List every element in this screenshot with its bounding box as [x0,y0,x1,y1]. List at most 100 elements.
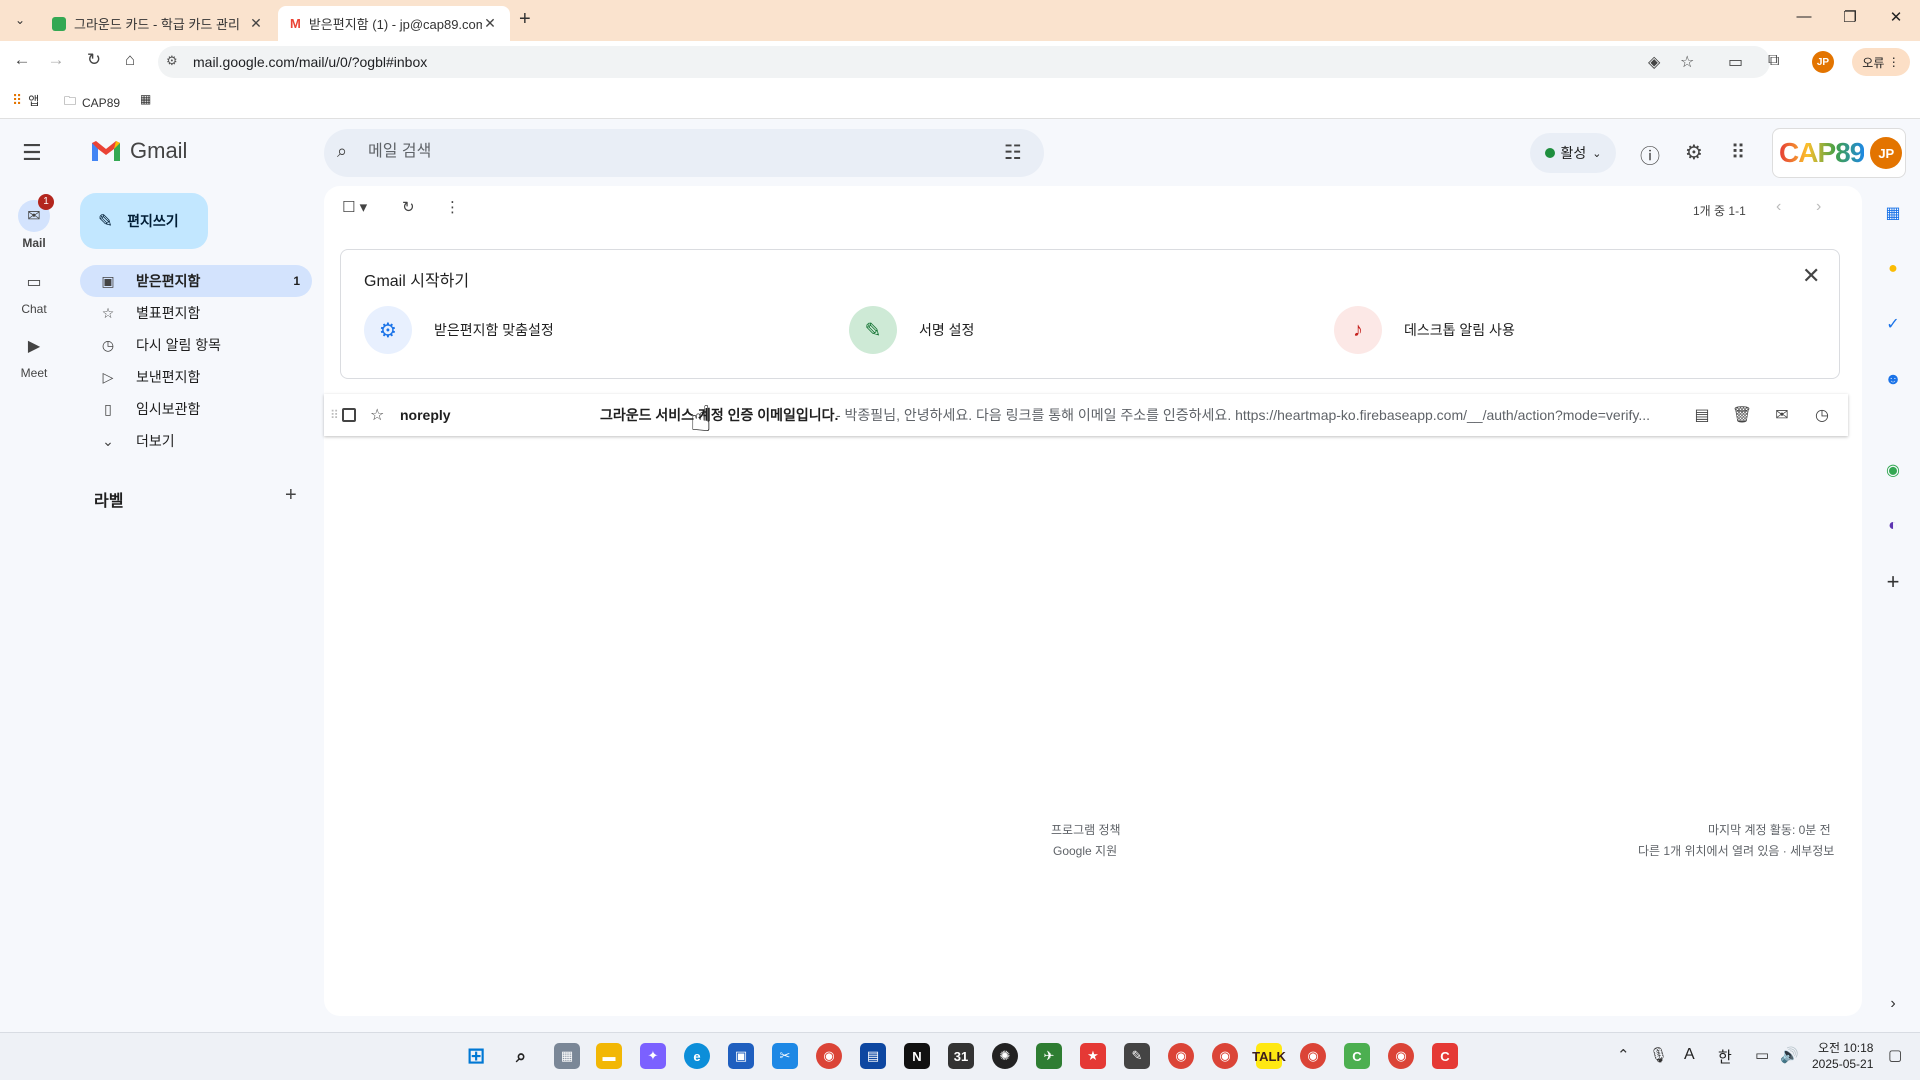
email-row[interactable]: ⠿ ☆ noreply 그라운드 서비스 계정 인증 이메일입니다. - 박종필… [324,394,1848,436]
gs-signature[interactable]: ✎ 서명 설정 [849,306,974,354]
contacts-icon[interactable]: ☻ [1880,367,1906,393]
snooze-icon[interactable]: ◷ [1810,405,1834,425]
close-icon[interactable]: ✕ [1802,263,1820,289]
calendar-icon[interactable]: ▦ [1880,200,1906,226]
tab-groups-icon[interactable]: ▦ [140,92,151,106]
notion-icon[interactable]: N [904,1043,930,1069]
kakaotalk-icon[interactable]: TALK [1252,1043,1286,1069]
clock-date[interactable]: 2025-05-21 [1812,1057,1873,1071]
open-locations-link[interactable]: 다른 1개 위치에서 열려 있음 · 세부정보 [1638,842,1834,859]
google-apps-icon[interactable]: ⠿ [1724,140,1752,165]
keep-icon[interactable]: ● [1880,256,1906,282]
clock-time[interactable]: 오전 10:18 [1818,1039,1873,1056]
add-label-button[interactable]: + [285,484,297,507]
program-policy-link[interactable]: 프로그램 정책 [1051,821,1121,838]
cast-icon[interactable]: ▭ [1728,52,1743,72]
gs-desktop-notifications[interactable]: ♪ 데스크톱 알림 사용 [1334,306,1515,354]
search-icon[interactable]: ⌕ [508,1043,534,1069]
select-all-checkbox[interactable]: ☐ ▾ [342,198,367,216]
calendar-app-icon[interactable]: 31 [948,1043,974,1069]
addon-icon[interactable]: ◉ [1880,457,1906,483]
bookmark-apps[interactable]: ⠿ 앱 [12,92,39,109]
drag-handle-icon[interactable]: ⠿ [330,408,339,422]
delete-icon[interactable]: 🗑 [1730,405,1754,425]
tray-expand-icon[interactable]: ⌃ [1617,1046,1630,1064]
tab-search-button[interactable]: ⌄ [8,8,32,32]
browser-tab-ground-card[interactable]: 그라운드 카드 - 학급 카드 관리 ✕ [40,6,276,41]
tasks-icon[interactable]: ✓ [1880,311,1906,337]
site-info-icon[interactable]: ⚙ [166,53,178,69]
reload-button[interactable]: ↻ [82,50,106,70]
nav-item-more[interactable]: ⌄ 더보기 [80,425,312,457]
refresh-icon[interactable]: ↻ [402,198,415,216]
restore-window-button[interactable]: ❐ [1830,8,1870,26]
avatar[interactable]: JP [1870,137,1903,169]
store-icon[interactable]: ▣ [728,1043,754,1069]
extensions-icon[interactable]: ⧉ [1768,52,1779,70]
status-selector[interactable]: 활성 ⌄ [1530,133,1616,173]
row-checkbox[interactable] [342,408,356,422]
forward-button[interactable]: → [44,50,68,70]
next-page-icon[interactable]: › [1816,198,1821,216]
tab-close-icon[interactable]: ✕ [482,15,498,32]
new-tab-button[interactable]: + [519,8,531,31]
rail-item-mail[interactable]: ✉ 1 Mail [4,194,64,250]
nav-item-inbox[interactable]: ▣ 받은편지함 1 [80,265,312,297]
app-tool-icon[interactable]: ✎ [1124,1043,1150,1069]
mark-unread-icon[interactable]: ✉ [1770,405,1794,425]
search-options-icon[interactable]: ☷ [1004,140,1022,165]
tab-close-icon[interactable]: ✕ [248,15,264,32]
gs-inbox-customize[interactable]: ⚙ 받은편지함 맞춤설정 [364,306,554,354]
microphone-icon[interactable]: 🎙 [1649,1046,1668,1064]
chatgpt-icon[interactable]: ✺ [992,1043,1018,1069]
app-bird-icon[interactable]: ✈ [1036,1043,1062,1069]
chrome-active-icon[interactable]: ◉ [1388,1043,1414,1069]
network-icon[interactable]: ▭ [1755,1046,1769,1064]
prev-page-icon[interactable]: ‹ [1776,198,1781,216]
account-brand[interactable]: CAP89 JP [1772,128,1906,178]
nav-item-sent[interactable]: ▷ 보낸편지함 [80,361,312,393]
chrome-profile-2-icon[interactable]: ◉ [1212,1043,1238,1069]
volume-icon[interactable]: 🔊 [1780,1046,1799,1064]
nav-item-drafts[interactable]: ▯ 임시보관함 [80,393,312,425]
lens-icon[interactable]: ◈ [1648,52,1660,72]
star-icon[interactable]: ☆ [370,405,384,425]
compose-button[interactable]: ✎ 편지쓰기 [80,193,208,249]
snipping-icon[interactable]: ✂ [772,1043,798,1069]
chrome-icon[interactable]: ◉ [816,1043,842,1069]
taskview-icon[interactable]: ▦ [554,1043,580,1069]
nav-item-snoozed[interactable]: ◷ 다시 알림 항목 [80,329,312,361]
google-support-link[interactable]: Google 지원 [1053,842,1117,859]
copilot-icon[interactable]: ✦ [640,1043,666,1069]
ime-mode-han[interactable]: 한 [1718,1046,1732,1067]
edge-icon[interactable]: e [684,1043,710,1069]
back-button[interactable]: ← [10,50,34,70]
bookmark-star-icon[interactable]: ☆ [1680,52,1694,72]
app-c-green-icon[interactable]: C [1344,1043,1370,1069]
settings-gear-icon[interactable]: ⚙ [1680,140,1708,165]
bookmark-cap89[interactable]: 🗀 CAP89 [64,92,120,113]
archive-icon[interactable]: ▤ [1690,405,1714,425]
minimize-window-button[interactable]: — [1784,8,1824,25]
home-icon[interactable]: ⌂ [118,50,142,70]
url-text[interactable]: mail.google.com/mail/u/0/?ogbl#inbox [193,54,427,70]
ime-mode-a[interactable]: A [1684,1046,1695,1064]
search-input[interactable] [368,141,968,163]
rail-item-chat[interactable]: ▭ Chat [4,266,64,316]
rail-item-meet[interactable]: ▶ Meet [4,330,64,380]
app-c-red-icon[interactable]: C [1432,1043,1458,1069]
browser-error-button[interactable]: 오류 ⋮ [1852,48,1910,76]
chrome-profile-3-icon[interactable]: ◉ [1300,1043,1326,1069]
nav-item-starred[interactable]: ☆ 별표편지함 [80,297,312,329]
gmail-logo[interactable]: Gmail [90,138,187,164]
close-window-button[interactable]: ✕ [1876,8,1916,26]
browser-profile-avatar[interactable]: JP [1812,51,1834,73]
file-explorer-icon[interactable]: ▬ [596,1043,622,1069]
addon-c-icon[interactable]: ◐ [1880,513,1906,539]
help-icon[interactable]: ⓘ [1636,140,1664,169]
browser-tab-gmail[interactable]: M 받은편지함 (1) - jp@cap89.com ✕ [278,6,510,41]
notification-icon[interactable]: ▢ [1888,1046,1902,1064]
add-addon-icon[interactable]: + [1880,569,1906,595]
chrome-profile-icon[interactable]: ◉ [1168,1043,1194,1069]
more-options-icon[interactable]: ⋮ [445,198,460,216]
